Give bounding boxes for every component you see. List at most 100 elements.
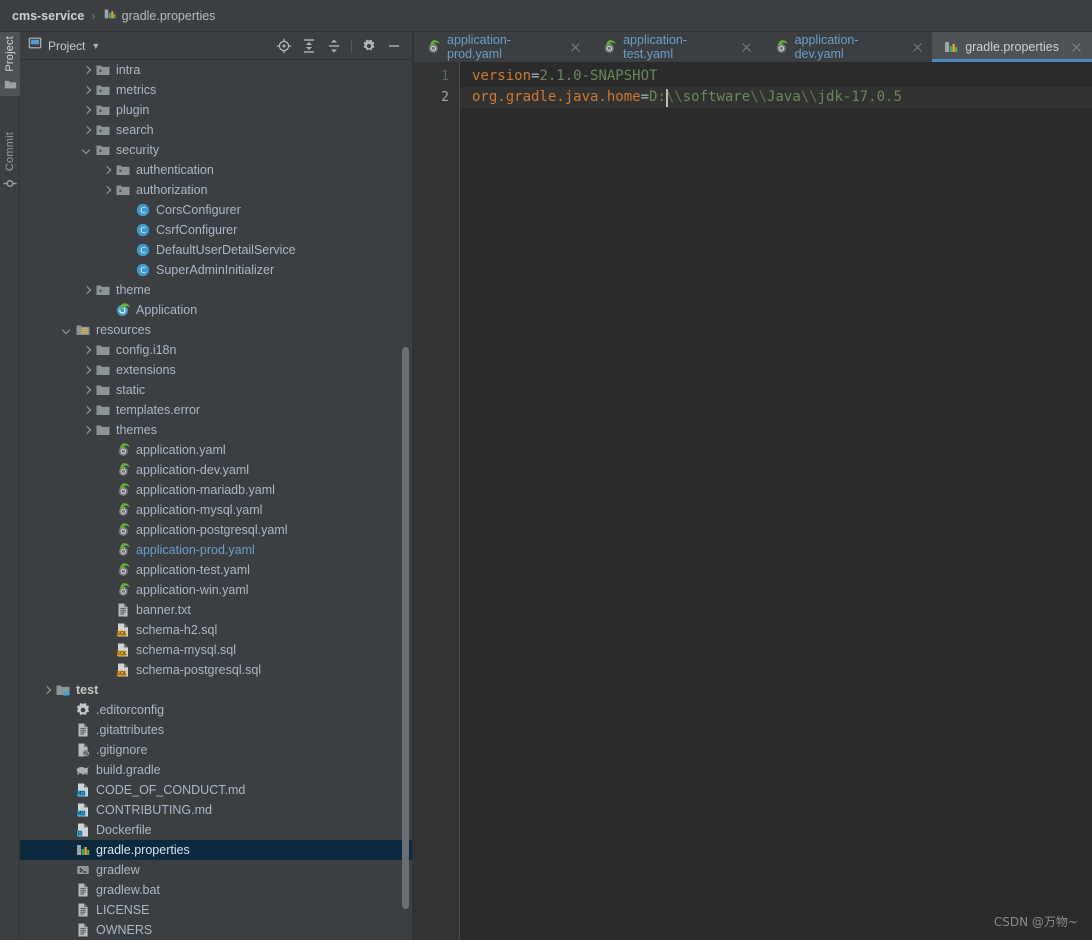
editor-tab-label: application-test.yaml bbox=[623, 33, 688, 61]
editor-tab[interactable]: application-prod.yaml bbox=[414, 32, 590, 62]
chevron-down-icon[interactable] bbox=[80, 144, 93, 157]
expand-all-icon[interactable] bbox=[301, 38, 317, 54]
tree-row[interactable]: authorization bbox=[20, 180, 412, 200]
tree-row[interactable]: templates.error bbox=[20, 400, 412, 420]
close-icon[interactable] bbox=[569, 41, 581, 54]
tree-row[interactable]: application-prod.yaml bbox=[20, 540, 412, 560]
tree-row[interactable]: gradlew bbox=[20, 860, 412, 880]
editor-tab[interactable]: application-dev.yaml bbox=[762, 32, 933, 62]
tree-arrow-spacer bbox=[60, 784, 73, 797]
spring-yaml-icon bbox=[115, 482, 131, 498]
tree-row[interactable]: themes bbox=[20, 420, 412, 440]
tree-row[interactable]: .gitignore bbox=[20, 740, 412, 760]
settings-gear-icon[interactable] bbox=[361, 38, 377, 54]
tree-row[interactable]: application-win.yaml bbox=[20, 580, 412, 600]
chevron-right-icon[interactable] bbox=[80, 64, 93, 77]
tree-row[interactable]: static bbox=[20, 380, 412, 400]
tree-row[interactable]: OWNERS bbox=[20, 920, 412, 940]
tool-strip-project[interactable]: Project bbox=[0, 32, 20, 96]
tree-row[interactable]: extensions bbox=[20, 360, 412, 380]
tree-row[interactable]: security bbox=[20, 140, 412, 160]
ide-window: cms-service › gradle.properties Project bbox=[0, 0, 1092, 940]
tree-row[interactable]: plugin bbox=[20, 100, 412, 120]
tree-row[interactable]: config.i18n bbox=[20, 340, 412, 360]
tree-row[interactable]: .gitattributes bbox=[20, 720, 412, 740]
chevron-right-icon[interactable] bbox=[80, 364, 93, 377]
close-icon[interactable] bbox=[911, 41, 923, 54]
tree-row[interactable]: build.gradle bbox=[20, 760, 412, 780]
tree-row[interactable]: C CorsConfigurer bbox=[20, 200, 412, 220]
tree-row-label: authentication bbox=[136, 163, 214, 177]
tree-row[interactable]: authentication bbox=[20, 160, 412, 180]
tree-row[interactable]: MD CODE_OF_CONDUCT.md bbox=[20, 780, 412, 800]
breadcrumb-file[interactable]: gradle.properties bbox=[103, 7, 215, 24]
collapse-all-icon[interactable] bbox=[326, 38, 342, 54]
svg-text:D: D bbox=[78, 831, 82, 837]
tree-row[interactable]: .editorconfig bbox=[20, 700, 412, 720]
chevron-right-icon[interactable] bbox=[80, 84, 93, 97]
tree-row[interactable]: LICENSE bbox=[20, 900, 412, 920]
tree-row[interactable]: application-mariadb.yaml bbox=[20, 480, 412, 500]
code-line[interactable]: org.gradle.java.home=D:\\software\\Java\… bbox=[460, 87, 1092, 108]
test-source-folder-icon bbox=[55, 682, 71, 698]
tree-row[interactable]: search bbox=[20, 120, 412, 140]
tree-row[interactable]: application.yaml bbox=[20, 440, 412, 460]
tree-row[interactable]: SQL schema-h2.sql bbox=[20, 620, 412, 640]
tree-row[interactable]: Application bbox=[20, 300, 412, 320]
tool-strip-commit[interactable]: Commit bbox=[0, 128, 20, 196]
close-icon[interactable] bbox=[740, 41, 752, 54]
tree-row[interactable]: MD CONTRIBUTING.md bbox=[20, 800, 412, 820]
tree-arrow-spacer bbox=[60, 764, 73, 777]
tree-row[interactable]: application-postgresql.yaml bbox=[20, 520, 412, 540]
breadcrumb-project[interactable]: cms-service bbox=[12, 9, 84, 23]
tree-row[interactable]: application-test.yaml bbox=[20, 560, 412, 580]
tree-row[interactable]: theme bbox=[20, 280, 412, 300]
chevron-right-icon[interactable] bbox=[80, 104, 93, 117]
tree-row[interactable]: D Dockerfile bbox=[20, 820, 412, 840]
chevron-right-icon[interactable] bbox=[100, 164, 113, 177]
tree-row[interactable]: C DefaultUserDetailService bbox=[20, 240, 412, 260]
project-tree[interactable]: intra metrics plugin search security authenti… bbox=[20, 60, 412, 940]
tree-row-label: application-win.yaml bbox=[136, 583, 249, 597]
code-line[interactable]: version=2.1.0-SNAPSHOT bbox=[460, 66, 1092, 87]
markdown-file-icon: MD bbox=[75, 782, 91, 798]
chevron-down-icon[interactable]: ▼ bbox=[91, 41, 100, 51]
chevron-right-icon[interactable] bbox=[80, 124, 93, 137]
editor-tabbar[interactable]: application-prod.yaml application-test.ya… bbox=[414, 32, 1092, 62]
tree-row[interactable]: test bbox=[20, 680, 412, 700]
select-opened-file-icon[interactable] bbox=[276, 38, 292, 54]
hide-panel-icon[interactable] bbox=[386, 38, 402, 54]
tree-row[interactable]: SQL schema-postgresql.sql bbox=[20, 660, 412, 680]
chevron-right-icon[interactable] bbox=[80, 404, 93, 417]
chevron-right-icon[interactable] bbox=[80, 284, 93, 297]
package-folder-icon bbox=[95, 282, 111, 298]
tree-row[interactable]: resources bbox=[20, 320, 412, 340]
editor-text[interactable]: version=2.1.0-SNAPSHOT org.gradle.java.ho… bbox=[460, 62, 1092, 940]
text-caret bbox=[665, 89, 668, 107]
project-tool-window: Project ▼ intra metrics plugin search se… bbox=[20, 32, 412, 940]
chevron-right-icon[interactable] bbox=[100, 184, 113, 197]
tree-row[interactable]: C SuperAdminInitializer bbox=[20, 260, 412, 280]
tree-row[interactable]: gradlew.bat bbox=[20, 880, 412, 900]
tree-row[interactable]: intra bbox=[20, 60, 412, 80]
chevron-right-icon[interactable] bbox=[80, 344, 93, 357]
tree-row[interactable]: SQL schema-mysql.sql bbox=[20, 640, 412, 660]
tree-row[interactable]: application-mysql.yaml bbox=[20, 500, 412, 520]
editor-tab[interactable]: gradle.properties bbox=[932, 32, 1092, 62]
tree-row[interactable]: gradle.properties bbox=[20, 840, 412, 860]
tree-row[interactable]: metrics bbox=[20, 80, 412, 100]
chevron-right-icon[interactable] bbox=[80, 384, 93, 397]
tree-row[interactable]: application-dev.yaml bbox=[20, 460, 412, 480]
chevron-right-icon[interactable] bbox=[80, 424, 93, 437]
tree-arrow-spacer bbox=[60, 844, 73, 857]
chevron-down-icon[interactable] bbox=[60, 324, 73, 337]
editor-tab[interactable]: application-test.yaml bbox=[590, 32, 761, 62]
tree-row[interactable]: banner.txt bbox=[20, 600, 412, 620]
tree-arrow-spacer bbox=[60, 704, 73, 717]
close-icon[interactable] bbox=[1070, 41, 1083, 54]
svg-text:C: C bbox=[140, 246, 146, 255]
folder-icon bbox=[95, 362, 111, 378]
chevron-right-icon[interactable] bbox=[40, 684, 53, 697]
tree-row[interactable]: C CsrfConfigurer bbox=[20, 220, 412, 240]
project-tree-scrollbar[interactable] bbox=[402, 347, 409, 909]
